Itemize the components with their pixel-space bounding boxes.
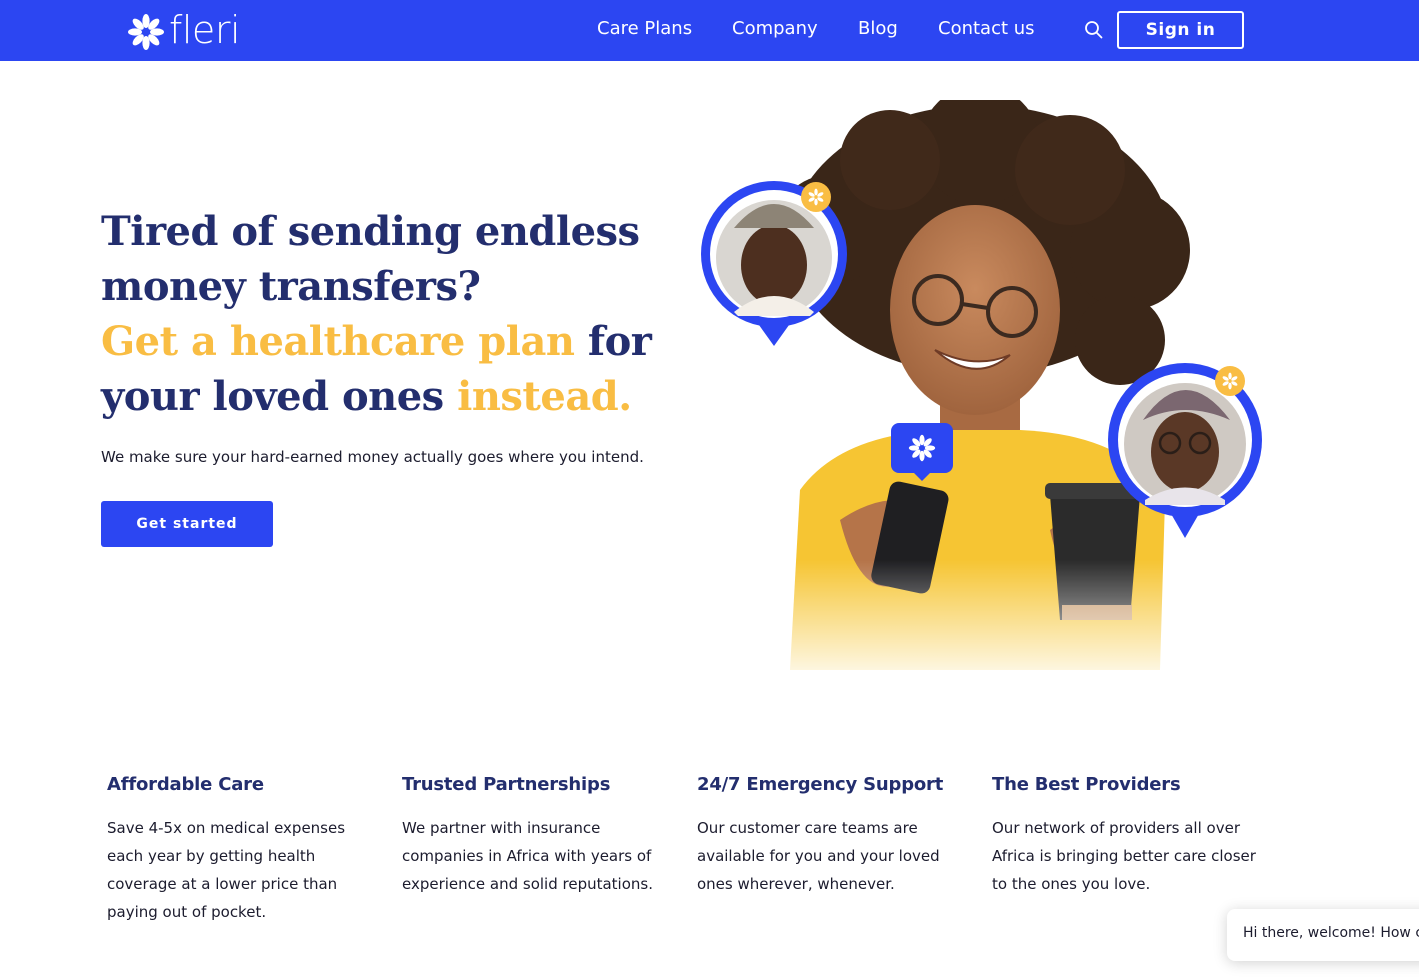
feature-best-providers: The Best Providers Our network of provid…	[992, 772, 1262, 898]
headline-question: Tired of sending endless money transfers…	[101, 208, 640, 310]
feature-text: Save 4-5x on medical expenses each year …	[107, 819, 346, 921]
hero-headline: Tired of sending endless money transfers…	[101, 204, 681, 424]
search-icon	[1085, 21, 1103, 39]
chat-welcome-bubble[interactable]: Hi there, welcome! How c	[1227, 909, 1419, 961]
chat-message: Hi there, welcome! How c	[1243, 925, 1419, 941]
feature-emergency-support: 24/7 Emergency Support Our customer care…	[697, 772, 967, 898]
hero-subtext: We make sure your hard-earned money actu…	[101, 448, 644, 466]
nav-company[interactable]: Company	[732, 17, 818, 41]
feature-title: The Best Providers	[992, 774, 1181, 795]
search-button[interactable]	[1084, 20, 1104, 40]
nav-contact-us[interactable]: Contact us	[938, 17, 1035, 41]
feature-text: We partner with insurance companies in A…	[402, 819, 653, 893]
feature-text: Our network of providers all over Africa…	[992, 819, 1256, 893]
feature-affordable-care: Affordable Care Save 4-5x on medical exp…	[107, 772, 377, 926]
headline-accent-plan: Get a healthcare plan	[101, 318, 575, 365]
fleri-logo[interactable]: fleri	[126, 8, 241, 53]
feature-title: Trusted Partnerships	[402, 774, 611, 795]
feature-text: Our customer care teams are available fo…	[697, 819, 940, 893]
older-man-avatar-pin	[701, 181, 847, 346]
flower-badge-icon	[891, 423, 953, 481]
feature-title: Affordable Care	[107, 774, 264, 795]
feature-trusted-partnerships: Trusted Partnerships We partner with ins…	[402, 772, 672, 898]
logo-wordmark: fleri	[169, 8, 241, 52]
headline-accent-instead: instead.	[457, 373, 632, 420]
sign-in-button[interactable]: Sign in	[1117, 11, 1244, 49]
get-started-button[interactable]: Get started	[101, 501, 273, 547]
fleri-flower-logo-icon	[128, 14, 164, 50]
nav-care-plans[interactable]: Care Plans	[597, 17, 692, 41]
feature-title: 24/7 Emergency Support	[697, 774, 944, 795]
hero-illustration	[701, 100, 1262, 690]
top-navigation-bar: fleri Care Plans Company Blog Contact us…	[0, 0, 1419, 61]
nav-blog[interactable]: Blog	[858, 17, 898, 41]
